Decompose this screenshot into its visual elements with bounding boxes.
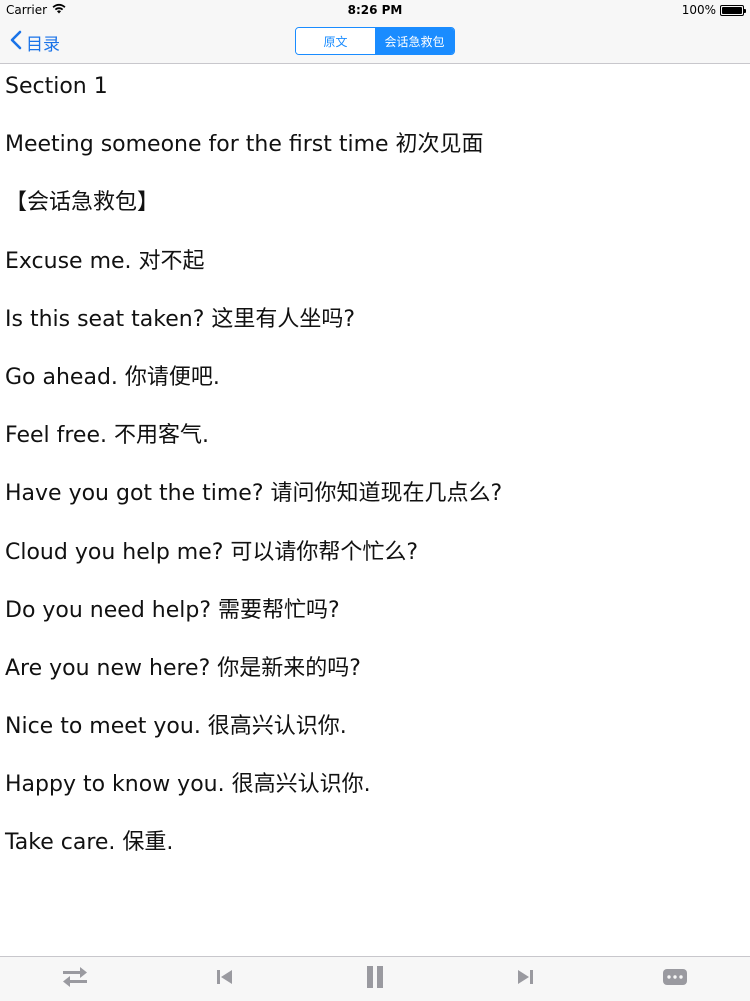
- next-icon: [515, 968, 535, 990]
- battery-icon: [720, 4, 746, 16]
- segment-original[interactable]: 原文: [296, 28, 375, 54]
- previous-button[interactable]: [210, 967, 240, 991]
- previous-icon: [215, 968, 235, 990]
- pause-button[interactable]: [360, 965, 390, 993]
- text-line: Nice to meet you. 很高兴认识你.: [5, 714, 347, 740]
- back-label: 目录: [26, 35, 60, 55]
- segmented-control: 原文 会话急救包: [295, 27, 455, 55]
- more-icon: [662, 968, 688, 990]
- text-line: Is this seat taken? 这里有人坐吗?: [5, 306, 356, 332]
- shuffle-icon: [62, 967, 88, 991]
- text-line: Are you new here? 你是新来的吗?: [5, 655, 361, 681]
- battery-fill: [722, 6, 742, 14]
- text-line: Excuse me. 对不起: [5, 248, 205, 274]
- back-button[interactable]: 目录: [10, 30, 60, 55]
- navigation-bar: 目录 原文 会话急救包: [0, 22, 750, 64]
- bottom-toolbar: [0, 956, 750, 1001]
- shuffle-button[interactable]: [60, 967, 90, 991]
- text-line: Go ahead. 你请便吧.: [5, 364, 220, 390]
- status-right: 100%: [681, 3, 746, 17]
- battery-percent: 100%: [681, 3, 716, 17]
- text-line-kit-title: 【会话急救包】: [5, 190, 160, 216]
- text-line-heading: Meeting someone for the first time 初次见面: [5, 132, 484, 158]
- chevron-left-icon: [10, 30, 22, 55]
- text-line: Have you got the time? 请问你知道现在几点么?: [5, 481, 503, 507]
- segment-conversation-kit[interactable]: 会话急救包: [375, 28, 454, 54]
- status-time: 8:26 PM: [347, 3, 403, 17]
- content-text: Section 1 Meeting someone for the first …: [5, 68, 745, 883]
- more-button[interactable]: [660, 967, 690, 991]
- text-line: Cloud you help me? 可以请你帮个忙么?: [5, 539, 419, 565]
- text-line: Happy to know you. 很高兴认识你.: [5, 772, 371, 798]
- next-button[interactable]: [510, 967, 540, 991]
- status-bar: Carrier 8:26 PM 100%: [0, 0, 750, 22]
- text-line: Feel free. 不用客气.: [5, 423, 209, 449]
- text-line: Do you need help? 需要帮忙吗?: [5, 597, 340, 623]
- text-line: Take care. 保重.: [5, 830, 174, 856]
- text-line-section: Section 1: [5, 74, 108, 99]
- pause-icon: [364, 965, 386, 993]
